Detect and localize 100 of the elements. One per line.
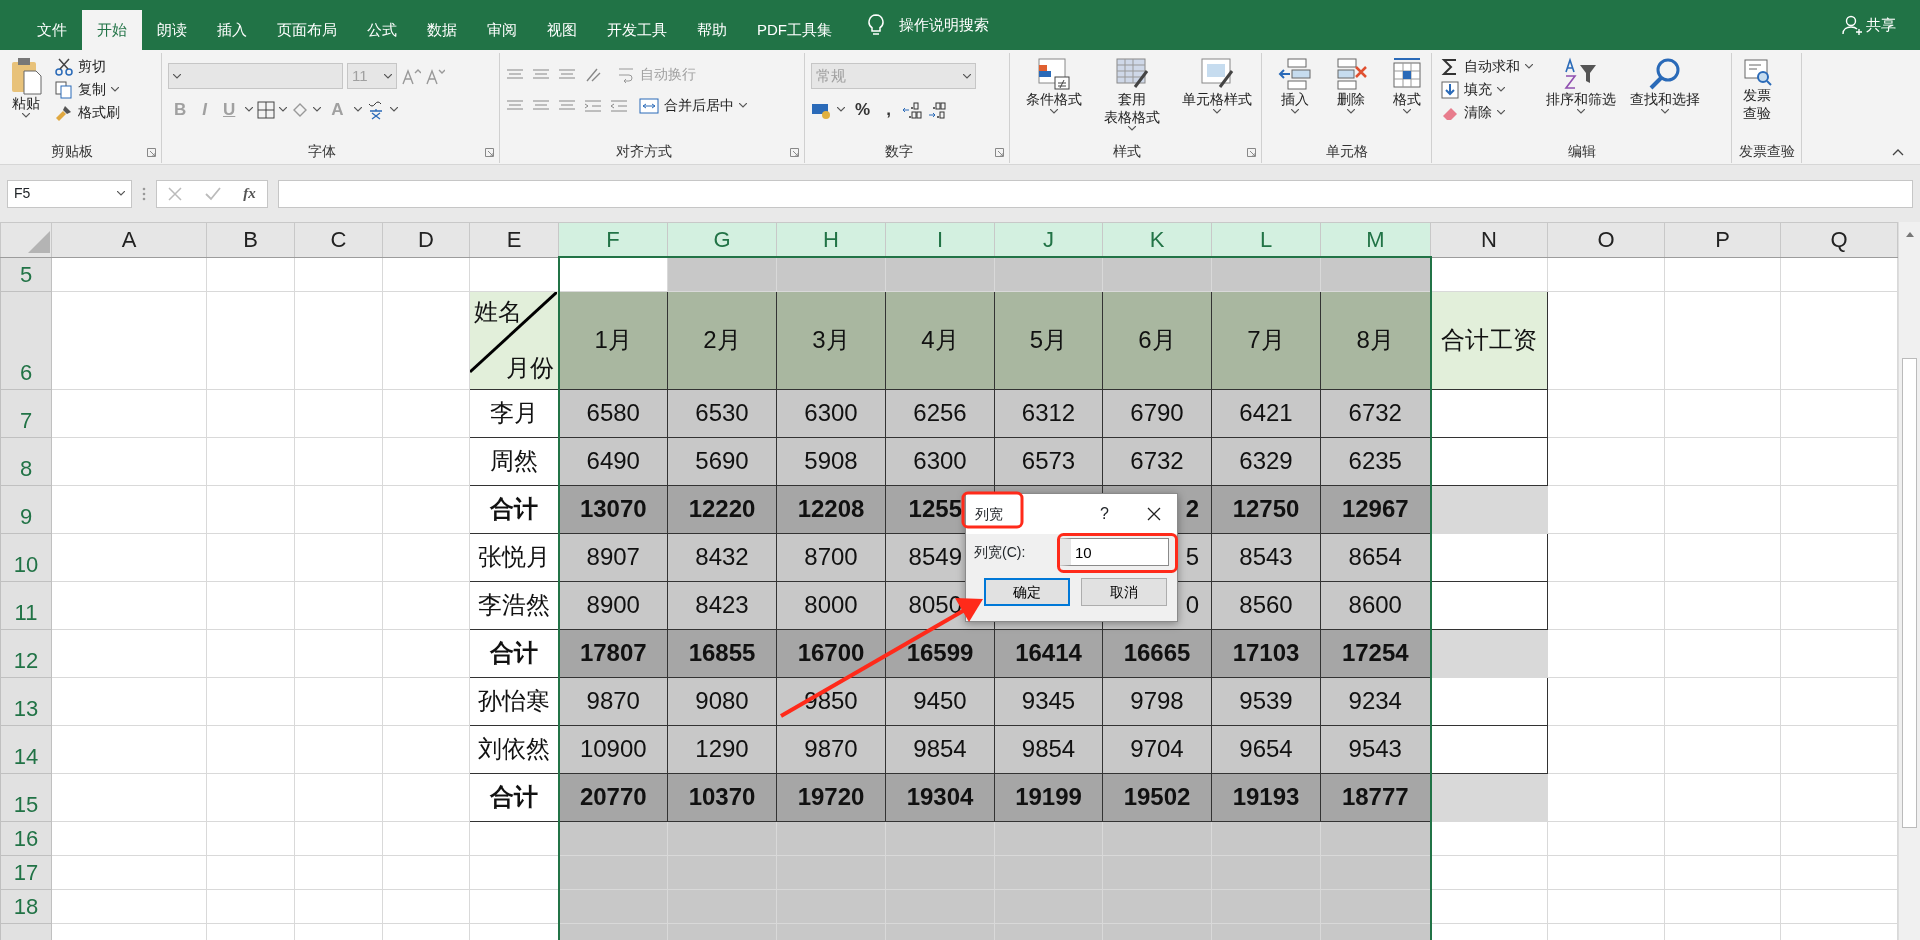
- ribbon-button[interactable]: 套用 表格格式: [1100, 55, 1164, 139]
- header-label: 姓名: [474, 297, 522, 327]
- checkmark-icon[interactable]: [204, 186, 221, 201]
- row-header[interactable]: 5: [0, 257, 52, 291]
- column-header[interactable]: H: [776, 222, 886, 257]
- shrink-font-icon[interactable]: [425, 67, 445, 85]
- ribbon-button[interactable]: 删除: [1330, 55, 1372, 139]
- row-header[interactable]: 9: [0, 485, 52, 533]
- formula-input[interactable]: [278, 179, 1913, 208]
- dialog-launcher-icon[interactable]: [147, 147, 156, 157]
- ribbon-tab[interactable]: 文件: [22, 10, 82, 50]
- row-header[interactable]: 12: [0, 629, 52, 677]
- ribbon-tab[interactable]: 插入: [202, 10, 262, 50]
- grow-font-icon[interactable]: [401, 67, 421, 85]
- caret-icon: [1577, 108, 1585, 114]
- value-cell: 9798: [1102, 677, 1212, 725]
- ribbon-button[interactable]: 插入: [1274, 55, 1316, 139]
- number-format-button[interactable]: %: [849, 97, 877, 123]
- scrollbar-thumb[interactable]: [1902, 358, 1917, 828]
- row-header[interactable]: 8: [0, 437, 52, 485]
- column-header[interactable]: K: [1102, 222, 1212, 257]
- lightbulb-icon[interactable]: [867, 13, 885, 37]
- ribbon-button[interactable]: 排序和筛选: [1542, 55, 1620, 139]
- row-header[interactable]: 15: [0, 773, 52, 821]
- row-header[interactable]: 6: [0, 291, 52, 389]
- ribbon-button[interactable]: 单元格样式: [1178, 55, 1256, 139]
- dialog-launcher-icon[interactable]: [1247, 147, 1256, 157]
- font-name-field[interactable]: [168, 63, 343, 89]
- ribbon-tab[interactable]: 开发工具: [592, 10, 682, 50]
- row-header[interactable]: 14: [0, 725, 52, 773]
- ribbon-tab[interactable]: 审阅: [472, 10, 532, 50]
- ribbon-button[interactable]: 格式: [1386, 55, 1428, 139]
- increase-decimal-icon[interactable]: [900, 100, 923, 119]
- ribbon-button[interactable]: 条件格式: [1022, 55, 1086, 139]
- column-header[interactable]: F: [558, 222, 668, 257]
- ribbon-tab[interactable]: 朗读: [142, 10, 202, 50]
- sigma-icon: [1441, 57, 1459, 76]
- column-header[interactable]: I: [885, 222, 995, 257]
- ribbon-button[interactable]: 格式刷: [52, 101, 123, 124]
- close-icon[interactable]: [1147, 507, 1161, 521]
- row-header[interactable]: 10: [0, 533, 52, 581]
- column-header[interactable]: J: [994, 222, 1103, 257]
- column-header[interactable]: B: [206, 222, 295, 257]
- ribbon-button[interactable]: 发票 查验: [1738, 55, 1776, 139]
- indent-icon[interactable]: [584, 97, 602, 114]
- column-header[interactable]: M: [1320, 222, 1431, 257]
- dialog-launcher-icon[interactable]: [790, 147, 799, 157]
- caret-icon: [1403, 108, 1411, 114]
- ribbon-tab[interactable]: 帮助: [682, 10, 742, 50]
- name-box[interactable]: F5: [7, 179, 132, 208]
- column-header[interactable]: L: [1211, 222, 1321, 257]
- row-header[interactable]: 13: [0, 677, 52, 725]
- ribbon-button[interactable]: 查找和选择: [1626, 55, 1704, 139]
- document-search-icon: [1742, 57, 1772, 87]
- column-header[interactable]: O: [1547, 222, 1665, 257]
- row-header[interactable]: 17: [0, 855, 52, 889]
- column-header[interactable]: A: [51, 222, 207, 257]
- ribbon-button[interactable]: 清除: [1438, 101, 1536, 124]
- row-header[interactable]: 7: [0, 389, 52, 437]
- ribbon-tab[interactable]: 数据: [412, 10, 472, 50]
- ribbon-tab[interactable]: 公式: [352, 10, 412, 50]
- share-button[interactable]: 共享: [1866, 13, 1896, 37]
- ribbon-button[interactable]: 粘贴: [6, 55, 46, 139]
- row-header[interactable]: 11: [0, 581, 52, 629]
- collapse-ribbon-icon[interactable]: [1892, 148, 1904, 156]
- borders-icon[interactable]: [257, 100, 276, 119]
- ribbon-tab[interactable]: 视图: [532, 10, 592, 50]
- row-header[interactable]: 18: [0, 889, 52, 923]
- indent-icon[interactable]: [610, 97, 628, 114]
- column-header[interactable]: P: [1664, 222, 1781, 257]
- ribbon-button[interactable]: 合并后居中: [636, 94, 750, 117]
- ribbon-tab[interactable]: 页面布局: [262, 10, 352, 50]
- dialog-launcher-icon[interactable]: [995, 147, 1004, 157]
- group-label: 样式: [1112, 142, 1142, 161]
- dialog-button[interactable]: 确定: [984, 578, 1070, 606]
- column-header[interactable]: E: [469, 222, 559, 257]
- column-header[interactable]: N: [1430, 222, 1548, 257]
- month-header-cell: 2月: [667, 291, 777, 389]
- ribbon-tab[interactable]: PDF工具集: [742, 10, 847, 50]
- tell-me-search[interactable]: 操作说明搜索: [899, 13, 989, 37]
- ribbon-button[interactable]: 复制: [52, 78, 123, 101]
- row-header[interactable]: 16: [0, 821, 52, 855]
- number-format-button[interactable]: ,: [880, 97, 897, 123]
- column-width-field[interactable]: 10: [1057, 538, 1169, 566]
- scroll-up-icon[interactable]: [1904, 230, 1915, 238]
- person-icon: [1842, 15, 1862, 35]
- dialog-button[interactable]: 取消: [1081, 578, 1167, 606]
- decrease-decimal-icon[interactable]: [926, 100, 949, 119]
- column-header[interactable]: Q: [1780, 222, 1898, 257]
- ribbon-button[interactable]: 剪切: [52, 55, 123, 78]
- ribbon-button[interactable]: 自动求和: [1438, 55, 1536, 78]
- ribbon-button[interactable]: 填充: [1438, 78, 1536, 101]
- column-header[interactable]: C: [294, 222, 383, 257]
- ribbon-tab[interactable]: 开始: [82, 10, 142, 50]
- cancel-icon[interactable]: [168, 186, 183, 201]
- insert-function-button[interactable]: fx: [243, 182, 256, 205]
- value-cell: 9450: [885, 677, 995, 725]
- column-header[interactable]: G: [667, 222, 777, 257]
- dialog-launcher-icon[interactable]: [485, 147, 494, 157]
- column-header[interactable]: D: [382, 222, 470, 257]
